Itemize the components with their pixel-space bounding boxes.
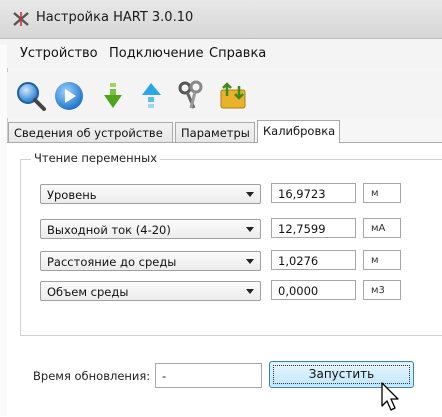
update-time-input[interactable]: - [155, 363, 262, 388]
variable-value: 16,9723 [278, 187, 326, 201]
variable-select-label: Объем среды [47, 285, 129, 299]
tab-bar: Сведения об устройстве Параметры Калибро… [7, 120, 442, 143]
variable-select-label: Расстояние до среды [47, 255, 177, 269]
variable-value: 1,0276 [278, 254, 319, 268]
variable-unit: мА [371, 223, 386, 234]
menu-connection[interactable]: Подключение [109, 46, 203, 61]
exchange-folder-icon[interactable] [217, 80, 249, 112]
variable-select-label: Уровень [47, 188, 97, 202]
title-bar[interactable]: Настройка HART 3.0.10 [0, 0, 442, 39]
variable-value-field[interactable]: 0,0000 [271, 280, 356, 300]
toolbar [7, 72, 442, 118]
variable-unit: м [371, 188, 379, 199]
chevron-down-icon [246, 289, 254, 294]
upload-arrow-icon[interactable] [135, 80, 167, 112]
menu-bar: Устройство Подключение Справка [7, 40, 442, 68]
variable-select-level[interactable]: Уровень [40, 184, 261, 204]
variable-unit-field: мА [363, 218, 401, 238]
tab-device-info[interactable]: Сведения об устройстве [8, 122, 173, 142]
play-icon[interactable] [53, 80, 85, 112]
chevron-down-icon [246, 192, 254, 197]
app-window: Настройка HART 3.0.10 Устройство Подключ… [0, 0, 442, 417]
update-time-label: Время обновления: [33, 369, 151, 383]
tab-calibration[interactable]: Калибровка [257, 120, 340, 143]
menu-device[interactable]: Устройство [20, 46, 98, 61]
download-arrow-icon[interactable] [97, 80, 129, 112]
keys-icon[interactable] [175, 80, 207, 112]
variable-value: 0,0000 [278, 284, 319, 298]
tab-device-info-label: Сведения об устройстве [14, 126, 163, 140]
update-time-value: - [162, 369, 167, 383]
variable-select-volume[interactable]: Объем среды [40, 281, 261, 301]
tab-parameters[interactable]: Параметры [175, 122, 255, 142]
menu-help[interactable]: Справка [209, 46, 266, 61]
window-title: Настройка HART 3.0.10 [36, 10, 194, 25]
chevron-down-icon [246, 259, 254, 264]
app-icon [13, 12, 29, 26]
mouse-cursor-icon [381, 382, 399, 411]
variable-unit: м3 [371, 285, 385, 296]
variable-unit-field: м [363, 183, 401, 203]
group-title: Чтение переменных [31, 151, 161, 165]
variable-unit: м [371, 255, 379, 266]
variable-select-distance[interactable]: Расстояние до среды [40, 251, 261, 271]
variable-value-field[interactable]: 1,0276 [271, 250, 356, 270]
tab-parameters-label: Параметры [181, 126, 250, 140]
variable-value-field[interactable]: 12,7599 [271, 218, 356, 238]
variable-select-label: Выходной ток (4-20) [47, 223, 171, 237]
tab-calibration-label: Калибровка [263, 124, 336, 138]
chevron-down-icon [246, 227, 254, 232]
variable-value: 12,7599 [278, 222, 326, 236]
variable-select-output-current[interactable]: Выходной ток (4-20) [40, 219, 261, 239]
variable-value-field[interactable]: 16,9723 [271, 183, 356, 203]
start-button-label: Запустить [308, 367, 375, 381]
variable-unit-field: м3 [363, 280, 401, 300]
variable-unit-field: м [363, 250, 401, 270]
search-icon[interactable] [15, 80, 47, 112]
